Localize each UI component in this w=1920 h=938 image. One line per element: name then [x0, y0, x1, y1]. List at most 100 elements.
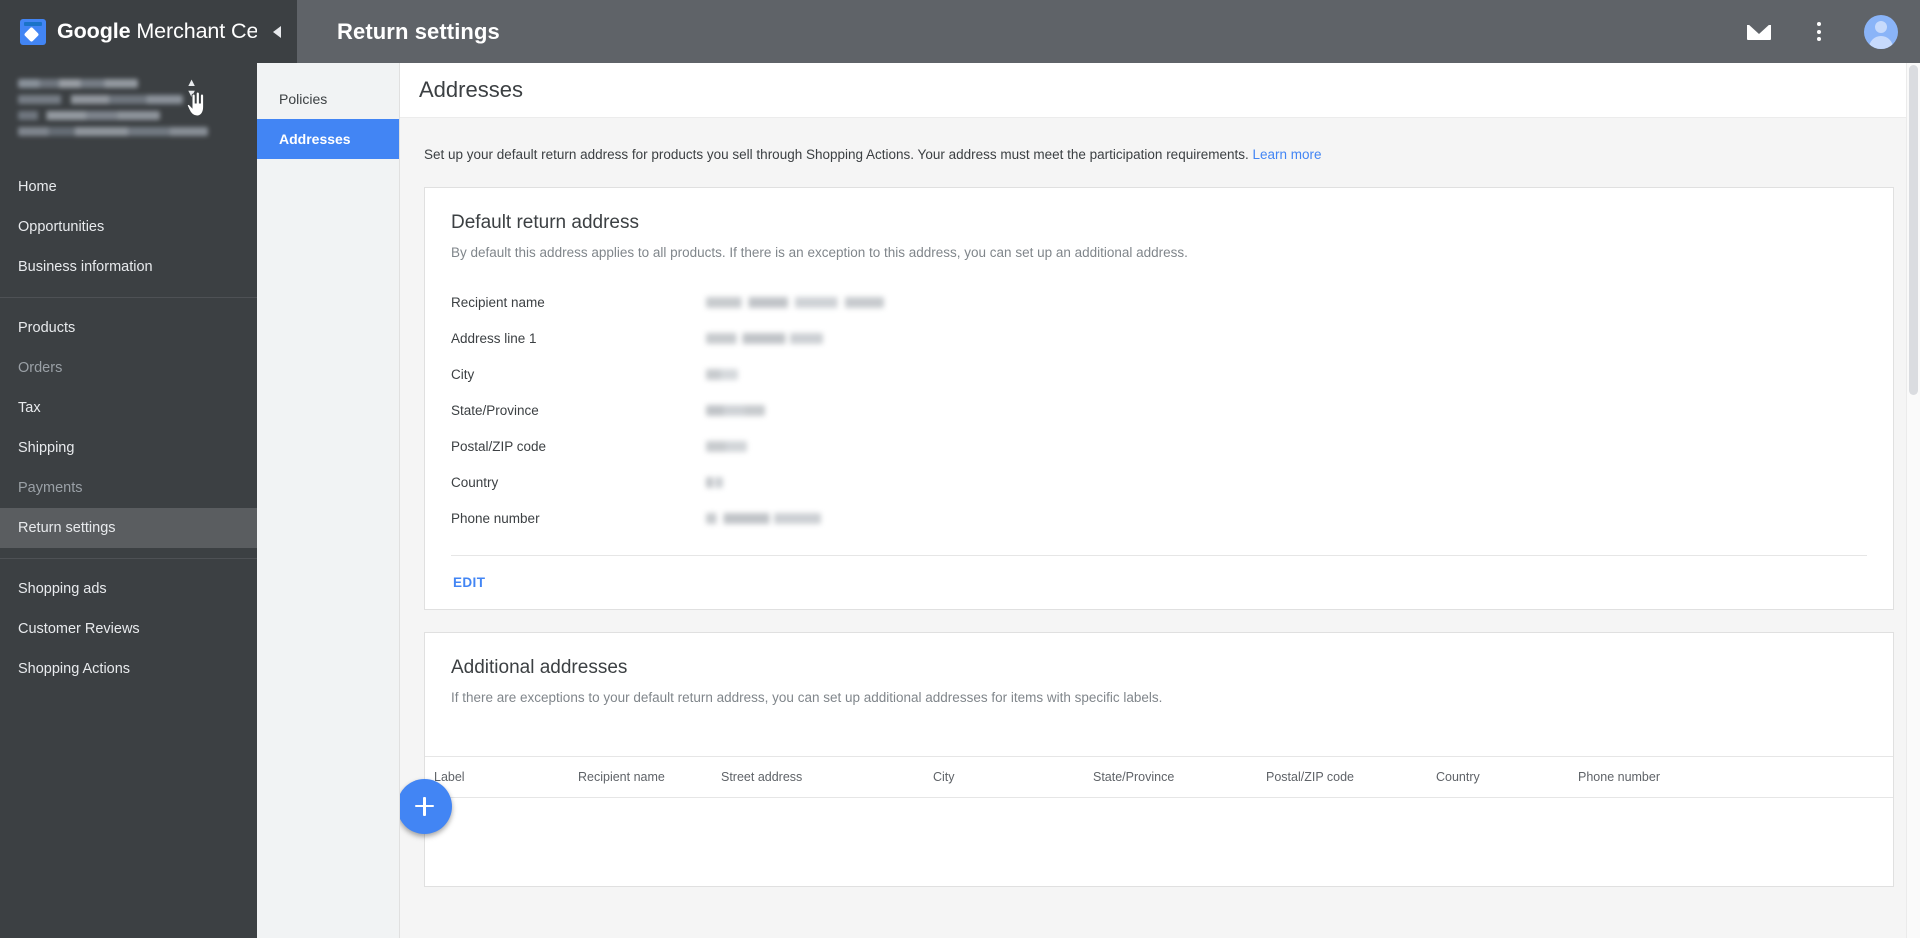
field-label: Phone number	[451, 511, 540, 527]
field-label: State/Province	[451, 403, 539, 419]
sidebar-item-label: Return settings	[18, 520, 116, 536]
subnav-item-label: Policies	[279, 91, 328, 107]
account-switcher[interactable]: ▲ ▼	[0, 63, 257, 161]
edit-button[interactable]: EDIT	[451, 571, 487, 594]
merchant-center-logo-icon	[20, 18, 46, 45]
additional-addresses-table-header: Label Recipient name Street address City…	[425, 755, 1893, 798]
account-line-3-redacted	[18, 111, 160, 120]
field-label: Postal/ZIP code	[451, 439, 547, 455]
sidebar-item-business-information[interactable]: Business information	[0, 247, 257, 287]
field-value-redacted	[706, 297, 884, 309]
field-label: Recipient name	[451, 295, 545, 311]
field-state-province: State/Province	[451, 393, 1867, 429]
default-card-subtitle: By default this address applies to all p…	[451, 244, 1188, 260]
sidebar-item-shopping-ads[interactable]: Shopping ads	[0, 569, 257, 609]
mail-icon[interactable]	[1744, 17, 1774, 47]
additional-card-subtitle: If there are exceptions to your default …	[451, 689, 1163, 705]
scrollbar-thumb[interactable]	[1909, 65, 1918, 395]
sidebar-item-label: Shipping	[18, 440, 75, 456]
field-value-redacted	[706, 405, 765, 417]
page-title: Return settings	[337, 18, 500, 44]
field-value-redacted	[706, 441, 747, 453]
sidebar-divider	[0, 297, 257, 298]
column-header-country: Country	[1436, 769, 1480, 784]
additional-addresses-table-body	[425, 797, 1893, 886]
default-return-address-card: Default return address By default this a…	[424, 186, 1894, 610]
field-value-redacted	[706, 513, 821, 525]
sidebar-item-label: Orders	[18, 360, 63, 376]
additional-card-title: Additional addresses	[451, 656, 628, 678]
tab-addresses[interactable]: Addresses	[257, 119, 399, 159]
sidebar-item-label: Shopping ads	[18, 581, 107, 597]
section-heading: Addresses	[419, 77, 523, 102]
sidebar-group-0: Home Opportunities Business information	[0, 161, 257, 293]
chevron-up-down-icon[interactable]: ▲ ▼	[186, 78, 197, 100]
avatar[interactable]	[1864, 14, 1898, 49]
top-app-bar: Google Merchant Center Return settings	[0, 0, 1920, 63]
content-body: Set up your default return address for p…	[400, 118, 1920, 887]
content-header: Addresses	[400, 63, 1920, 118]
column-header-street-address: Street address	[721, 769, 803, 784]
sidebar-item-label: Opportunities	[18, 219, 105, 235]
sidebar-item-tax[interactable]: Tax	[0, 388, 257, 428]
brand-title-bold: Google	[57, 19, 131, 43]
sidebar-item-label: Tax	[18, 400, 41, 416]
sidebar-group-1: Products Orders Tax Shipping Payments Re…	[0, 302, 257, 554]
sidebar-item-payments[interactable]: Payments	[0, 468, 257, 508]
sidebar-item-label: Business information	[18, 259, 153, 275]
sidebar-item-return-settings[interactable]: Return settings	[0, 508, 257, 548]
field-label: City	[451, 367, 475, 383]
field-city: City	[451, 357, 1867, 393]
sidebar-item-label: Shopping Actions	[18, 661, 131, 677]
sidebar-item-label: Home	[18, 179, 57, 195]
intro-paragraph: Set up your default return address for p…	[400, 118, 1920, 165]
sidebar-item-shopping-actions[interactable]: Shopping Actions	[0, 649, 257, 689]
field-postal-zip-code: Postal/ZIP code	[451, 429, 1867, 465]
default-card-title: Default return address	[451, 211, 639, 233]
tab-policies[interactable]: Policies	[257, 79, 399, 119]
column-header-recipient-name: Recipient name	[578, 769, 665, 784]
sidebar-item-label: Payments	[18, 480, 83, 496]
primary-sidebar: ▲ ▼ Home Opportunities Business informati…	[0, 63, 257, 938]
sidebar-group-2: Shopping ads Customer Reviews Shopping A…	[0, 563, 257, 695]
sidebar-item-home[interactable]: Home	[0, 167, 257, 207]
more-vert-icon[interactable]	[1804, 17, 1834, 47]
intro-text: Set up your default return address for p…	[424, 147, 1249, 162]
sidebar-item-products[interactable]: Products	[0, 308, 257, 348]
additional-card-head: Additional addresses If there are except…	[425, 633, 1893, 756]
field-country: Country	[451, 465, 1867, 501]
field-value-redacted	[706, 477, 723, 489]
learn-more-link[interactable]: Learn more	[1253, 147, 1322, 162]
sidebar-item-label: Products	[18, 320, 76, 336]
secondary-nav: Policies Addresses	[257, 63, 400, 938]
account-line-1-redacted	[18, 79, 138, 88]
collapse-sidebar-button[interactable]	[257, 0, 297, 63]
sidebar-item-opportunities[interactable]: Opportunities	[0, 207, 257, 247]
sidebar-item-label: Customer Reviews	[18, 621, 140, 637]
sidebar-item-orders[interactable]: Orders	[0, 348, 257, 388]
brand-area[interactable]: Google Merchant Center	[0, 0, 295, 63]
field-label: Address line 1	[451, 331, 537, 347]
field-phone-number: Phone number	[451, 501, 1867, 537]
field-value-redacted	[706, 333, 823, 345]
sidebar-item-shipping[interactable]: Shipping	[0, 428, 257, 468]
column-header-postal-zip-code: Postal/ZIP code	[1266, 769, 1355, 784]
column-header-label: Label	[434, 769, 465, 784]
field-value-redacted	[706, 369, 738, 381]
column-header-phone-number: Phone number	[1578, 769, 1661, 784]
top-bar-main: Return settings	[297, 0, 1920, 63]
account-line-4-redacted	[18, 127, 208, 136]
add-address-button[interactable]	[400, 778, 452, 834]
field-address-line-1: Address line 1	[451, 321, 1867, 357]
sidebar-item-customer-reviews[interactable]: Customer Reviews	[0, 609, 257, 649]
field-label: Country	[451, 475, 499, 491]
default-card-actions: EDIT	[425, 556, 1893, 609]
account-line-2-redacted	[18, 95, 183, 104]
field-recipient-name: Recipient name	[451, 285, 1867, 321]
sidebar-divider	[0, 558, 257, 559]
subnav-item-label: Addresses	[279, 131, 351, 147]
additional-addresses-card: Additional addresses If there are except…	[400, 631, 1894, 887]
vertical-scrollbar[interactable]	[1906, 63, 1920, 938]
main-content: Addresses Set up your default return add…	[400, 63, 1920, 938]
chevron-left-icon	[273, 25, 281, 38]
